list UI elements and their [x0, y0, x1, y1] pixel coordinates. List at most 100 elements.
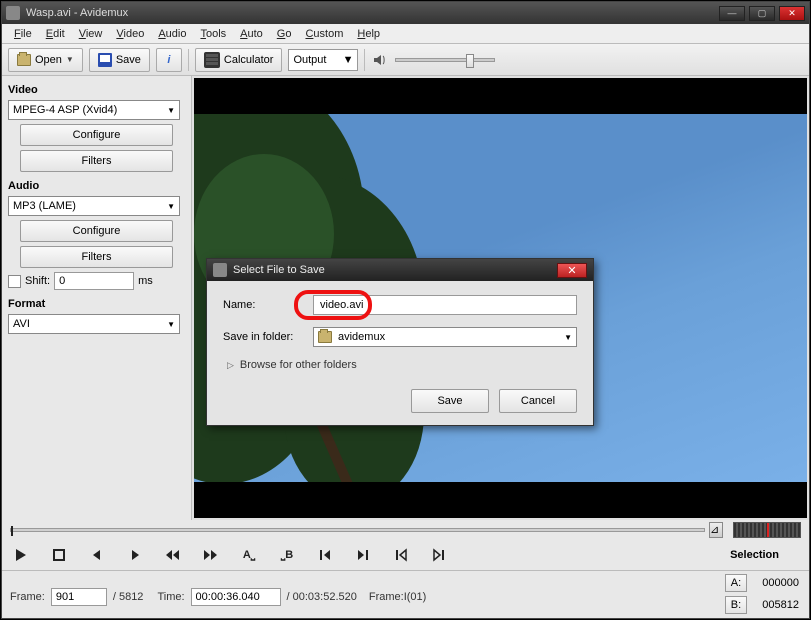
sidebar: Video MPEG-4 ASP (Xvid4) ▼ Configure Fil…	[2, 76, 192, 520]
mark-a-button[interactable]: A⎵	[240, 547, 258, 563]
shift-label: Shift:	[25, 275, 50, 287]
folder-select[interactable]: avidemux ▼	[313, 327, 577, 347]
chevron-down-icon: ▼	[66, 55, 74, 64]
b-row: B: 005812	[725, 596, 799, 614]
goto-end-button[interactable]	[354, 547, 372, 563]
scrub-position[interactable]	[11, 526, 13, 536]
chevron-down-icon: ▼	[343, 54, 354, 66]
shift-checkbox[interactable]	[8, 275, 21, 288]
dialog-title: Select File to Save	[233, 264, 551, 276]
menu-custom[interactable]: Custom	[299, 26, 349, 42]
prev-frame-button[interactable]	[88, 547, 106, 563]
titlebar: Wasp.avi - Avidemux — ▢ ✕	[2, 2, 809, 24]
audio-section-label: Audio	[8, 180, 185, 192]
audio-codec-value: MP3 (LAME)	[13, 200, 76, 212]
output-label: Output	[293, 54, 326, 66]
next-keyframe-button[interactable]	[430, 547, 448, 563]
stop-button[interactable]	[50, 547, 68, 563]
video-filters-button[interactable]: Filters	[20, 150, 173, 172]
menu-tools[interactable]: Tools	[194, 26, 232, 42]
menu-audio[interactable]: Audio	[152, 26, 192, 42]
rewind-button[interactable]	[164, 547, 182, 563]
menu-video[interactable]: Video	[110, 26, 150, 42]
calculator-label: Calculator	[224, 54, 274, 66]
save-icon	[98, 53, 112, 67]
calculator-button[interactable]: Calculator	[195, 48, 283, 72]
minimize-button[interactable]: —	[719, 6, 745, 21]
menu-help[interactable]: Help	[351, 26, 386, 42]
open-label: Open	[35, 54, 62, 66]
browse-expander[interactable]: ▷ Browse for other folders	[223, 359, 577, 371]
status-bar: Frame: / 5812 Time: / 00:03:52.520 Frame…	[2, 570, 809, 618]
chevron-down-icon: ▼	[167, 106, 175, 115]
shift-unit: ms	[138, 275, 153, 287]
menu-view[interactable]: View	[73, 26, 109, 42]
browse-label: Browse for other folders	[240, 359, 357, 371]
frame-input[interactable]	[51, 588, 107, 606]
play-button[interactable]	[12, 547, 30, 563]
dialog-save-button[interactable]: Save	[411, 389, 489, 413]
slider-thumb[interactable]	[466, 54, 474, 68]
prev-keyframe-button[interactable]	[392, 547, 410, 563]
letterbox-bottom	[194, 482, 807, 518]
save-label: Save	[116, 54, 141, 66]
frame-total: / 5812	[113, 591, 144, 603]
a-value: 000000	[751, 577, 799, 589]
info-button[interactable]: i	[156, 48, 182, 72]
window-title: Wasp.avi - Avidemux	[26, 7, 719, 19]
dialog-close-button[interactable]: ✕	[557, 263, 587, 278]
maximize-button[interactable]: ▢	[749, 6, 775, 21]
audio-codec-select[interactable]: MP3 (LAME) ▼	[8, 196, 180, 216]
selection-label: Selection	[730, 549, 799, 561]
toolbar: Open ▼ Save i Calculator Output ▼	[2, 44, 809, 76]
chevron-down-icon: ▼	[167, 320, 175, 329]
video-codec-value: MPEG-4 ASP (Xvid4)	[13, 104, 117, 116]
folder-icon	[318, 331, 332, 343]
menu-file[interactable]: File	[8, 26, 38, 42]
name-label: Name:	[223, 299, 303, 311]
b-value: 005812	[751, 599, 799, 611]
output-select[interactable]: Output ▼	[288, 49, 358, 71]
folder-value: avidemux	[338, 331, 385, 343]
goto-a-button[interactable]: A:	[725, 574, 747, 592]
scrub-end-button[interactable]: ⊿	[709, 522, 723, 538]
menu-go[interactable]: Go	[271, 26, 298, 42]
letterbox-top	[194, 78, 807, 114]
format-select[interactable]: AVI ▼	[8, 314, 180, 334]
dialog-cancel-button[interactable]: Cancel	[499, 389, 577, 413]
format-section-label: Format	[8, 298, 185, 310]
shift-input[interactable]	[54, 272, 134, 290]
filename-input[interactable]	[313, 295, 577, 315]
folder-label: Save in folder:	[223, 331, 303, 343]
menu-edit[interactable]: Edit	[40, 26, 71, 42]
save-button[interactable]: Save	[89, 48, 150, 72]
format-value: AVI	[13, 318, 30, 330]
scrub-track[interactable]	[10, 528, 705, 532]
goto-start-button[interactable]	[316, 547, 334, 563]
time-label: Time:	[157, 591, 184, 603]
separator	[188, 49, 189, 71]
selection-indicator	[733, 522, 801, 538]
volume-slider[interactable]	[395, 58, 495, 62]
goto-b-button[interactable]: B:	[725, 596, 747, 614]
frame-label: Frame:	[10, 591, 45, 603]
video-codec-select[interactable]: MPEG-4 ASP (Xvid4) ▼	[8, 100, 180, 120]
scrub-bar: ⊿	[2, 520, 809, 540]
audio-filters-button[interactable]: Filters	[20, 246, 173, 268]
open-button[interactable]: Open ▼	[8, 48, 83, 72]
app-icon	[6, 6, 20, 20]
speaker-icon[interactable]	[371, 51, 389, 69]
time-input[interactable]	[191, 588, 281, 606]
dialog-icon	[213, 263, 227, 277]
video-section-label: Video	[8, 84, 185, 96]
video-configure-button[interactable]: Configure	[20, 124, 173, 146]
audio-configure-button[interactable]: Configure	[20, 220, 173, 242]
close-button[interactable]: ✕	[779, 6, 805, 21]
forward-button[interactable]	[202, 547, 220, 563]
menu-auto[interactable]: Auto	[234, 26, 269, 42]
transport-controls: A⎵ ⎵B Selection	[2, 540, 809, 570]
next-frame-button[interactable]	[126, 547, 144, 563]
menubar: File Edit View Video Audio Tools Auto Go…	[2, 24, 809, 44]
dialog-titlebar: Select File to Save ✕	[207, 259, 593, 281]
mark-b-button[interactable]: ⎵B	[278, 547, 296, 563]
